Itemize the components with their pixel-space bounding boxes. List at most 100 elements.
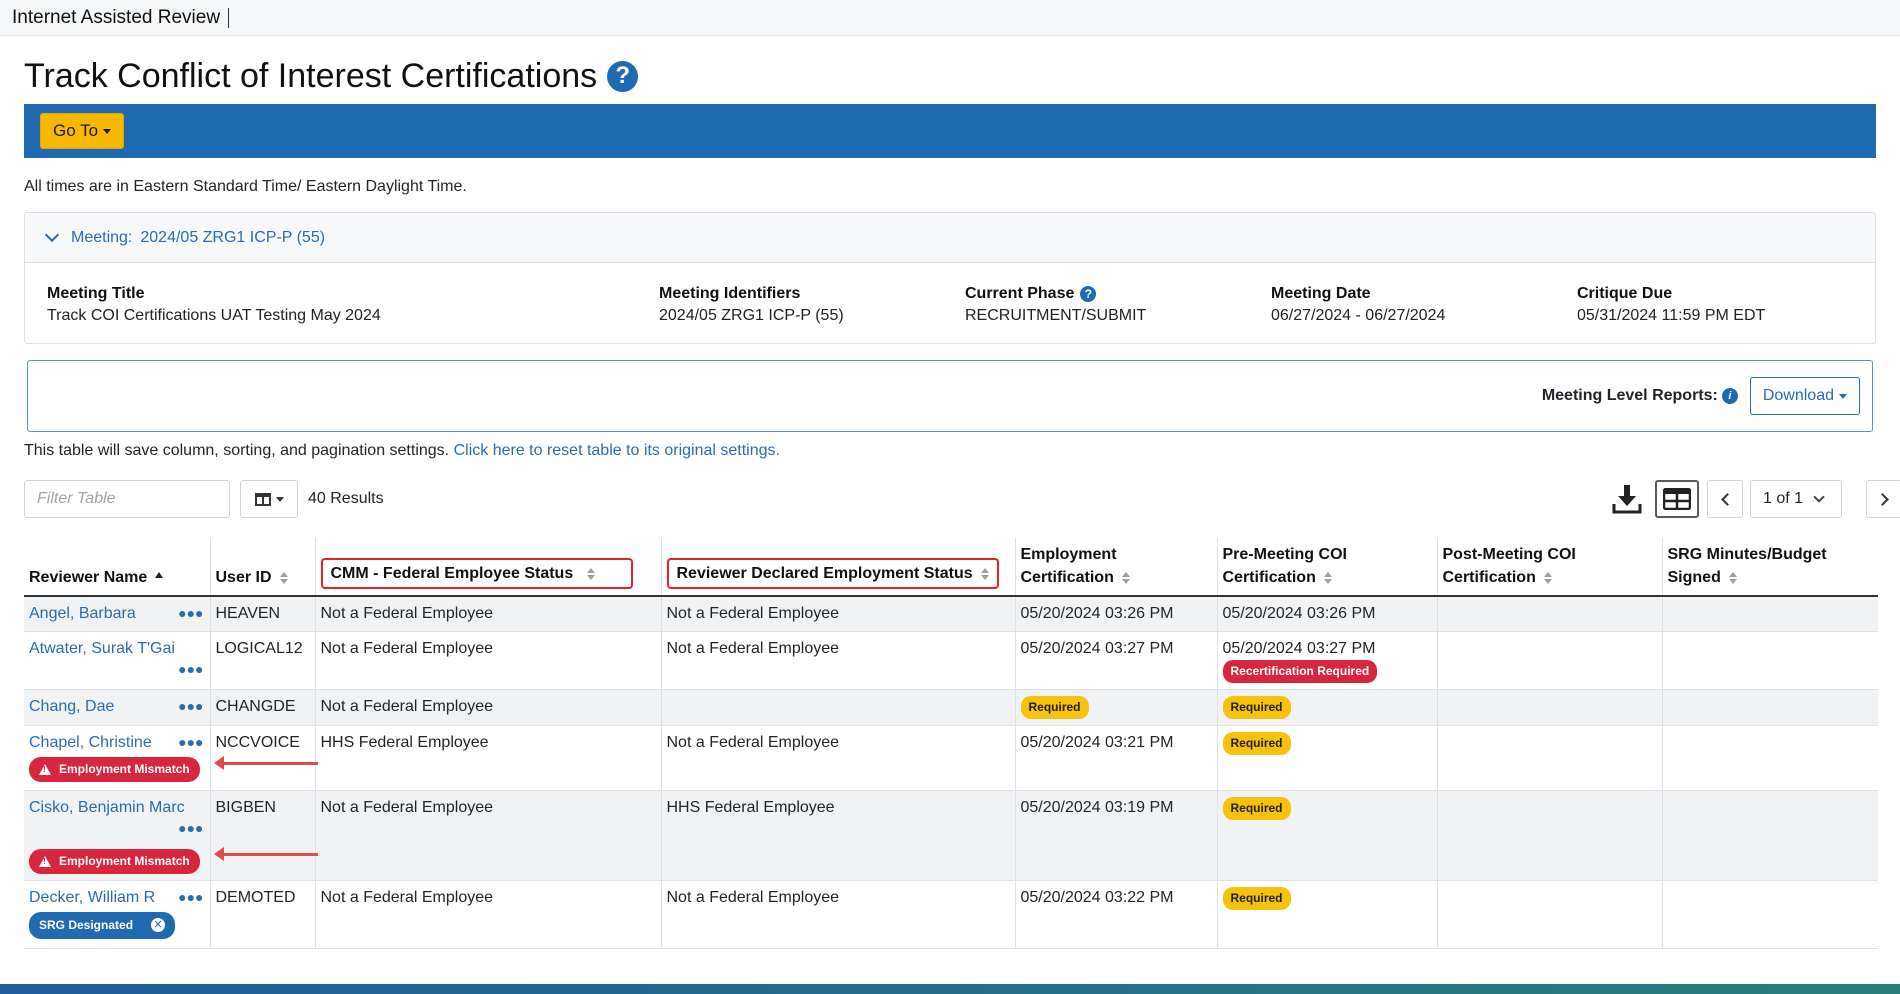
meeting-date-field: Meeting Date 06/27/2024 - 06/27/2024 (1271, 283, 1445, 325)
nav-bar: Go To (24, 104, 1876, 158)
pre-meeting-cell: Required (1216, 689, 1437, 726)
meeting-reports-panel: Meeting Level Reports: i Download (27, 360, 1873, 432)
sort-icon (1323, 571, 1332, 584)
pre-meeting-cell: Required (1216, 790, 1437, 881)
employment-mismatch-label: Employment Mismatch (59, 853, 190, 868)
reviewer-name-link[interactable]: Atwater, Surak T'Gai (29, 640, 175, 657)
meeting-toggle[interactable]: Meeting: 2024/05 ZRG1 ICP-P (55) (25, 213, 1875, 263)
col-pre-meeting-label-1: Pre-Meeting COI (1222, 546, 1347, 563)
reviewer-name-link[interactable]: Chang, Dae (29, 698, 114, 715)
employment-cert-cell: 05/20/2024 03:19 PM (1014, 790, 1217, 881)
srg-designated-label: SRG Designated (39, 917, 134, 932)
col-srg-minutes[interactable]: SRG Minutes/Budget Signed (1661, 538, 1878, 597)
reset-table-link[interactable]: Click here to reset table to its origina… (454, 442, 780, 459)
reviewer-name-link[interactable]: Decker, William R (29, 889, 155, 906)
more-actions-icon[interactable]: ●●● (178, 696, 203, 717)
col-employment-cert-label-2: Certification (1020, 569, 1114, 586)
declared-status-cell: Not a Federal Employee (660, 596, 1015, 632)
srg-cell (1661, 880, 1878, 949)
declared-status-cell: Not a Federal Employee (660, 725, 1015, 791)
post-meeting-cell (1436, 596, 1662, 632)
app-header: Internet Assisted Review (0, 0, 1900, 36)
table-row: Cisko, Benjamin Marc ●●● Employment Mism… (24, 790, 1878, 881)
table-view-toggle[interactable] (1655, 480, 1699, 518)
declared-status-cell: Not a Federal Employee (660, 880, 1015, 949)
next-page-button[interactable] (1866, 480, 1900, 518)
employment-cert-cell: 05/20/2024 03:27 PM (1014, 631, 1217, 690)
table-settings-text: This table will save column, sorting, an… (24, 442, 450, 459)
app-title-divider (228, 7, 230, 28)
question-circle-icon[interactable]: ? (1080, 286, 1097, 302)
post-meeting-cell (1436, 725, 1662, 791)
meeting-date-label: Meeting Date (1271, 285, 1371, 302)
more-actions-icon[interactable]: ●●● (178, 603, 203, 624)
page-select-value: 1 of 1 (1763, 490, 1804, 507)
required-badge: Required (1222, 886, 1291, 910)
download-label: Download (1762, 387, 1834, 404)
info-icon[interactable]: i (1721, 388, 1738, 404)
sort-icon (279, 571, 288, 584)
employment-cert-cell: 05/20/2024 03:26 PM (1014, 596, 1217, 632)
prev-page-button[interactable] (1707, 480, 1743, 518)
post-meeting-cell (1436, 790, 1662, 881)
caret-down-icon (103, 128, 112, 134)
col-employment-cert-label-1: Employment (1020, 546, 1117, 563)
col-reviewer-name[interactable]: Reviewer Name (24, 538, 210, 597)
cmm-status-cell: Not a Federal Employee (314, 631, 661, 690)
remove-x-icon[interactable]: ✕ (151, 918, 166, 932)
reviewer-name-cell: Cisko, Benjamin Marc ●●● Employment Mism… (24, 790, 210, 881)
table-header-row: Reviewer Name User ID CMM - Federal Empl… (24, 538, 1878, 597)
chevron-down-icon (1813, 490, 1825, 503)
critique-due-field: Critique Due 05/31/2024 11:59 PM EDT (1577, 283, 1765, 325)
meeting-identifiers-label: Meeting Identifiers (659, 285, 801, 302)
declared-status-cell: HHS Federal Employee (660, 790, 1015, 881)
go-to-button[interactable]: Go To (40, 113, 125, 149)
col-user-id[interactable]: User ID (209, 538, 315, 597)
col-post-meeting-coi[interactable]: Post-Meeting COI Certification (1436, 538, 1662, 597)
more-actions-icon[interactable]: ●●● (178, 887, 203, 908)
col-pre-meeting-coi[interactable]: Pre-Meeting COI Certification (1216, 538, 1437, 597)
col-post-meeting-label-1: Post-Meeting COI (1442, 546, 1576, 563)
meeting-title-label: Meeting Title (47, 285, 145, 302)
question-circle-icon[interactable]: ? (607, 60, 639, 92)
column-selector-button[interactable] (240, 480, 298, 518)
user-id-cell: LOGICAL12 (209, 631, 315, 690)
post-meeting-cell (1436, 880, 1662, 949)
srg-cell (1661, 631, 1878, 690)
timezone-note: All times are in Eastern Standard Time/ … (24, 178, 467, 195)
col-srg-label-2: Signed (1667, 569, 1721, 586)
table-settings-note: This table will save column, sorting, an… (24, 442, 1876, 460)
warning-icon (39, 763, 51, 775)
chevron-left-icon (1720, 492, 1734, 506)
more-actions-icon[interactable]: ●●● (178, 732, 203, 753)
table-row: Decker, William R ●●● SRG Designated ✕ DE… (24, 880, 1878, 949)
srg-cell (1661, 689, 1878, 726)
meeting-details: Meeting Title Track COI Certifications U… (25, 263, 1875, 343)
export-download-icon[interactable] (1610, 482, 1644, 516)
more-actions-icon[interactable]: ●●● (29, 818, 203, 839)
current-phase-field: Current Phase? RECRUITMENT/SUBMIT (965, 283, 1146, 325)
col-pre-meeting-label-2: Certification (1222, 569, 1316, 586)
cmm-status-cell: Not a Federal Employee (314, 689, 661, 726)
reviewer-name-link[interactable]: Chapel, Christine (29, 734, 152, 751)
current-phase-value: RECRUITMENT/SUBMIT (965, 307, 1147, 324)
col-user-id-label: User ID (215, 569, 272, 586)
reviewer-name-link[interactable]: Angel, Barbara (29, 605, 136, 622)
user-id-cell: CHANGDE (209, 689, 315, 726)
meeting-reports-label: Meeting Level Reports: (1541, 387, 1718, 404)
download-button[interactable]: Download (1749, 377, 1860, 415)
more-actions-icon[interactable]: ●●● (29, 659, 203, 680)
required-badge: Required (1222, 796, 1291, 820)
meeting-title-value: Track COI Certifications UAT Testing May… (47, 307, 381, 324)
cmm-status-cell: Not a Federal Employee (314, 596, 661, 632)
pre-meeting-cell: 05/20/2024 03:26 PM (1216, 596, 1437, 632)
page-select[interactable]: 1 of 1 (1750, 480, 1842, 518)
col-declared-status[interactable]: Reviewer Declared Employment Status (660, 538, 1015, 597)
page-title-row: Track Conflict of Interest Certification… (24, 57, 1876, 95)
col-cmm-status[interactable]: CMM - Federal Employee Status (314, 538, 661, 597)
reviewer-name-link[interactable]: Cisko, Benjamin Marc (29, 799, 185, 816)
warning-icon (39, 855, 51, 867)
col-employment-certification[interactable]: Employment Certification (1014, 538, 1217, 597)
filter-table-input[interactable] (24, 480, 230, 518)
sort-icon (587, 567, 596, 580)
